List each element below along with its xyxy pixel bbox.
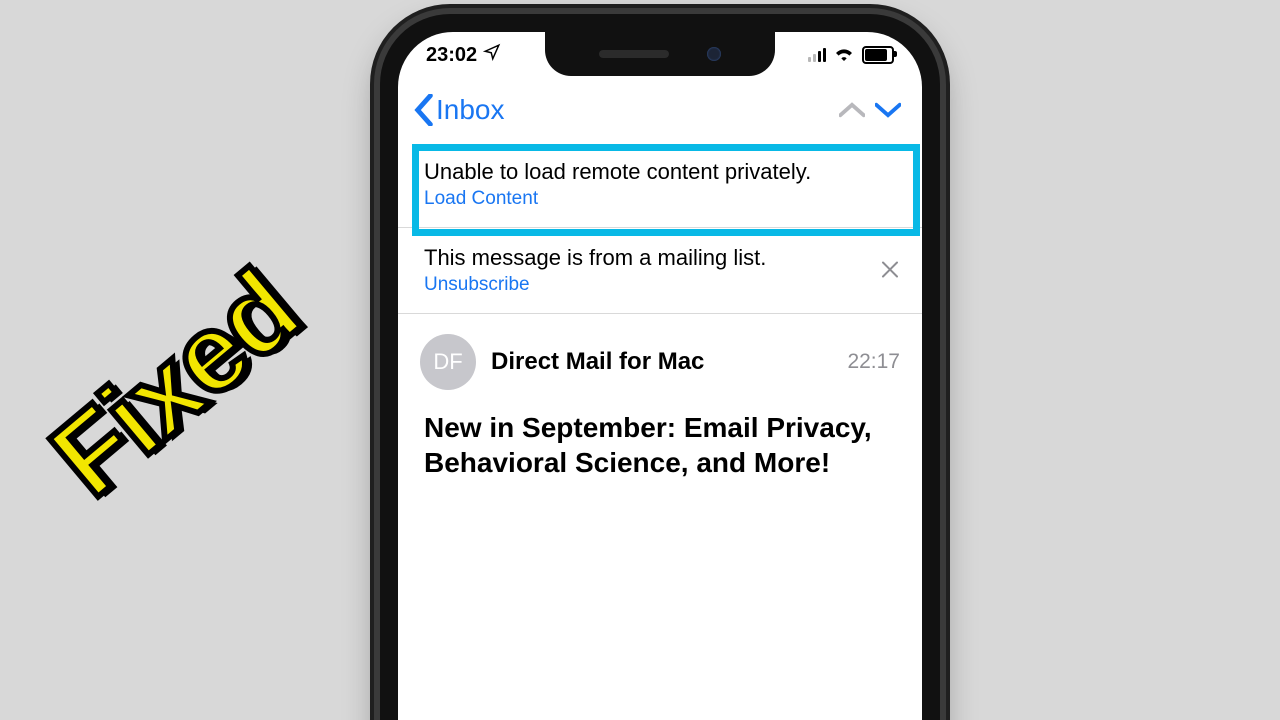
nav-bar: Inbox bbox=[398, 86, 922, 146]
back-button[interactable]: Inbox bbox=[414, 94, 505, 126]
chevron-left-icon bbox=[414, 94, 434, 126]
next-message-button[interactable] bbox=[870, 92, 906, 128]
phone-screen: 23:02 bbox=[398, 32, 922, 720]
wifi-icon bbox=[833, 44, 855, 67]
mailing-list-text: This message is from a mailing list. bbox=[424, 245, 900, 271]
chevron-down-icon bbox=[875, 97, 901, 123]
status-right bbox=[808, 44, 894, 67]
location-icon bbox=[483, 43, 501, 67]
sender-avatar: DF bbox=[420, 334, 476, 390]
status-bar: 23:02 bbox=[398, 32, 922, 78]
message-content: Unable to load remote content privately.… bbox=[398, 142, 922, 480]
close-icon bbox=[880, 259, 900, 279]
thumbnail-canvas: 23:02 bbox=[0, 0, 1280, 720]
status-time: 23:02 bbox=[426, 44, 477, 67]
message-subject: New in September: Email Privacy, Behavio… bbox=[398, 410, 922, 480]
battery-icon bbox=[862, 46, 894, 64]
status-left: 23:02 bbox=[426, 43, 501, 67]
dismiss-banner-button[interactable] bbox=[880, 255, 900, 286]
sender-row[interactable]: DF Direct Mail for Mac 22:17 bbox=[398, 313, 922, 410]
sender-name: Direct Mail for Mac bbox=[491, 348, 832, 376]
cellular-icon bbox=[808, 48, 826, 62]
mailing-list-banner: This message is from a mailing list. Uns… bbox=[398, 227, 922, 313]
chevron-up-icon bbox=[839, 97, 865, 123]
back-label: Inbox bbox=[436, 94, 505, 126]
phone-frame: 23:02 bbox=[380, 14, 940, 720]
unsubscribe-link[interactable]: Unsubscribe bbox=[424, 274, 900, 296]
fixed-stamp: Fixed bbox=[28, 246, 322, 522]
remote-content-text: Unable to load remote content privately. bbox=[424, 159, 900, 185]
load-content-link[interactable]: Load Content bbox=[424, 188, 900, 210]
message-time: 22:17 bbox=[847, 350, 900, 374]
remote-content-banner: Unable to load remote content privately.… bbox=[398, 142, 922, 227]
prev-message-button[interactable] bbox=[834, 92, 870, 128]
